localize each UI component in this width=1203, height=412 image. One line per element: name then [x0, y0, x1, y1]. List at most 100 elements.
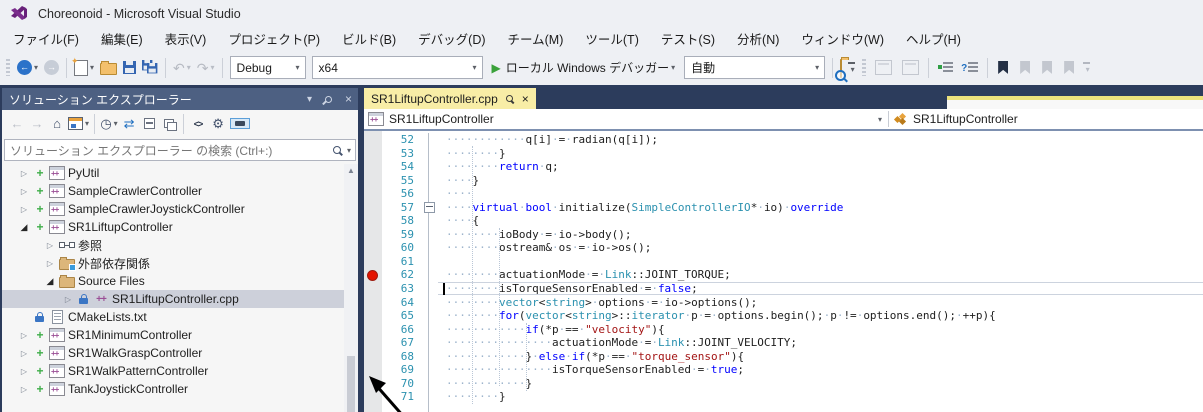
show-all-files-button[interactable]	[160, 113, 178, 135]
menu-item[interactable]: プロジェクト(P)	[217, 26, 331, 51]
solution-platform-dropdown[interactable]: x64 ▾	[312, 56, 483, 79]
expander-icon[interactable]: ▷	[60, 295, 76, 304]
breakpoint-margin[interactable]	[364, 131, 382, 412]
collapse-region-icon[interactable]	[424, 202, 435, 213]
preview-selected-items-toggle[interactable]	[230, 118, 250, 129]
search-input[interactable]: ソリューション エクスプローラー の検索 (Ctrl+:)	[5, 142, 331, 159]
bookmark-previous-icon	[1020, 61, 1030, 74]
tree-item[interactable]: ▷ + ++ TankJoystickController	[2, 380, 358, 398]
se-forward-button[interactable]: →	[28, 113, 46, 135]
tree-item[interactable]: ▷ + ++ SampleCrawlerController	[2, 182, 358, 200]
tree-item[interactable]: CMakeLists.txt	[2, 308, 358, 326]
expander-icon[interactable]: ▷	[16, 349, 32, 358]
close-icon[interactable]: ×	[339, 92, 358, 106]
toolbar-grip[interactable]	[862, 59, 866, 76]
scrollbar-thumb[interactable]	[347, 356, 355, 412]
expander-icon[interactable]: ▷	[16, 169, 32, 178]
expander-icon[interactable]: ▷	[42, 241, 58, 250]
members-dropdown[interactable]: SR1LiftupController	[889, 109, 1203, 129]
find-in-files-button[interactable]	[838, 56, 844, 80]
menu-item[interactable]: ヘルプ(H)	[895, 26, 972, 51]
expander-icon[interactable]: ▷	[16, 187, 32, 196]
navigation-bar-button-disabled[interactable]	[871, 56, 896, 80]
open-file-button[interactable]	[98, 56, 119, 80]
code-text[interactable]: ············q[i]·=·radian(q[i]);········…	[438, 133, 1203, 412]
tree-item[interactable]: ▷ + ++ SR1MinimumController	[2, 326, 358, 344]
menu-item[interactable]: ファイル(F)	[2, 26, 90, 51]
expander-icon[interactable]: ◢	[42, 276, 58, 287]
sync-with-active-document-button[interactable]: ⇄	[120, 113, 138, 135]
tree-item[interactable]: ▷ ++ SR1LiftupController.cpp	[2, 290, 358, 308]
menu-item[interactable]: ウィンドウ(W)	[790, 26, 895, 51]
pending-changes-filter-button[interactable]: ◷▾	[100, 113, 118, 135]
navigate-back-button[interactable]: ← ▾	[15, 56, 40, 80]
expander-icon[interactable]: ▷	[16, 205, 32, 214]
collapse-all-button[interactable]	[140, 113, 158, 135]
tree-item[interactable]: ▷ + ++ SampleCrawlerJoystickController	[2, 200, 358, 218]
menu-item[interactable]: ビルド(B)	[331, 26, 407, 51]
menu-item[interactable]: チーム(M)	[497, 26, 575, 51]
chevron-down-icon: ▾	[187, 63, 191, 72]
display-member-list-button[interactable]	[934, 56, 957, 80]
save-all-button[interactable]	[140, 56, 160, 80]
pin-icon[interactable]	[324, 94, 334, 104]
properties-button[interactable]: ⚙	[209, 113, 227, 135]
sync-icon: ⇄	[124, 117, 135, 130]
tree-item[interactable]: ▷ 参照	[2, 236, 358, 254]
expander-icon[interactable]: ▷	[42, 259, 58, 268]
toolbar-grip[interactable]	[6, 59, 10, 76]
clear-bookmarks-button[interactable]	[1059, 56, 1079, 80]
menu-item[interactable]: デバッグ(D)	[407, 26, 496, 51]
new-project-button[interactable]: ✦ ▾	[72, 56, 96, 80]
item-label: PyUtil	[66, 166, 99, 180]
tree-item[interactable]: ▷ + ++ PyUtil	[2, 164, 358, 182]
menu-item[interactable]: 表示(V)	[154, 26, 218, 51]
window-position-dropdown[interactable]: ▾	[301, 94, 318, 105]
document-tab[interactable]: SR1LiftupController.cpp ×	[364, 88, 536, 109]
redo-button[interactable]: ↷ ▾	[195, 56, 217, 80]
menu-item[interactable]: ツール(T)	[574, 26, 649, 51]
status-badge	[32, 312, 48, 323]
view-code-button[interactable]: <>	[189, 113, 207, 135]
toolbar-overflow-button[interactable]: ▾	[848, 62, 855, 74]
close-icon[interactable]: ×	[522, 93, 529, 105]
menu-item[interactable]: テスト(S)	[650, 26, 726, 51]
expander-icon[interactable]: ▷	[16, 367, 32, 376]
tree-item[interactable]: ▷ + ++ SR1WalkGraspController	[2, 344, 358, 362]
pin-icon[interactable]	[504, 94, 514, 104]
tree-item[interactable]: ◢ Source Files	[2, 272, 358, 290]
se-home-button[interactable]: ⌂	[48, 113, 66, 135]
undo-button[interactable]: ↶ ▾	[171, 56, 193, 80]
next-bookmark-button[interactable]	[1037, 56, 1057, 80]
expander-icon[interactable]: ◢	[16, 222, 32, 233]
item-label: SR1LiftupController	[66, 220, 173, 234]
tree-scrollbar[interactable]: ▲	[344, 164, 358, 412]
tree-item[interactable]: ▷ 外部依存関係	[2, 254, 358, 272]
outlining-line	[428, 133, 429, 412]
se-back-button[interactable]: ←	[8, 113, 26, 135]
menu-item[interactable]: 分析(N)	[726, 26, 790, 51]
expander-icon[interactable]: ▷	[16, 385, 32, 394]
menu-item[interactable]: 編集(E)	[90, 26, 154, 51]
search-icon[interactable]	[333, 146, 341, 154]
forward-arrow-icon: →	[44, 60, 59, 75]
tree-item[interactable]: ▷ + ++ SR1WalkPatternController	[2, 362, 358, 380]
toolbar-overflow-button[interactable]: ▾	[1083, 62, 1090, 74]
save-button[interactable]	[121, 56, 138, 80]
start-debugging-button[interactable]: ▶ ローカル Windows デバッガー ▾	[488, 59, 680, 76]
parameter-info-button[interactable]: ?	[959, 56, 982, 80]
navigate-forward-button[interactable]: →	[42, 56, 61, 80]
auto-attach-dropdown[interactable]: 自動 ▾	[684, 56, 825, 79]
tree-item[interactable]: ◢ + ++ SR1LiftupController	[2, 218, 358, 236]
solution-configuration-dropdown[interactable]: Debug ▾	[230, 56, 306, 79]
paste-button-disabled[interactable]	[898, 56, 923, 80]
previous-bookmark-button[interactable]	[1015, 56, 1035, 80]
scroll-up-icon[interactable]: ▲	[344, 166, 358, 175]
switch-views-button[interactable]: ▾	[68, 113, 89, 135]
types-dropdown[interactable]: ++ SR1LiftupController ▾	[364, 109, 888, 129]
breakpoint-indicator[interactable]	[367, 270, 378, 281]
expander-icon[interactable]: ▷	[16, 331, 32, 340]
toggle-bookmark-button[interactable]	[993, 56, 1013, 80]
code-editor[interactable]: 5253545556575859606162636465666768697071…	[364, 131, 1203, 412]
chevron-down-icon[interactable]: ▾	[347, 146, 351, 155]
